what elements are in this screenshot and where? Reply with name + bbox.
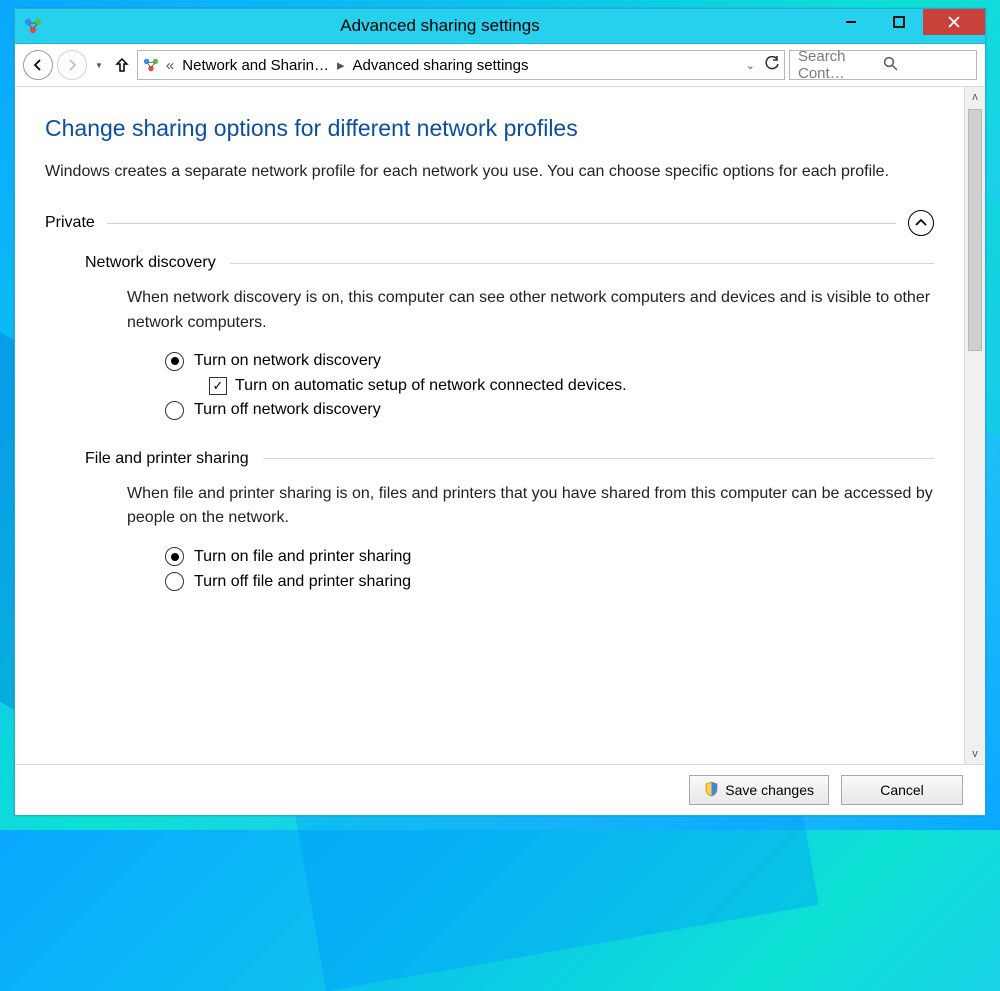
caption-buttons <box>827 9 985 43</box>
divider <box>107 223 896 224</box>
cancel-button[interactable]: Cancel <box>841 775 963 805</box>
chevron-right-icon: ▸ <box>335 56 347 74</box>
radio-label: Turn off network discovery <box>194 401 381 419</box>
divider <box>263 458 934 459</box>
search-placeholder: Search Cont… <box>798 48 883 82</box>
radio-label: Turn on file and printer sharing <box>194 548 411 566</box>
navbar: ▼ « Network and Sharin… ▸ Advanced shari… <box>15 44 985 87</box>
shield-icon <box>704 781 719 800</box>
refresh-button[interactable] <box>765 56 780 75</box>
radio-network-discovery-on[interactable]: Turn on network discovery <box>165 352 934 371</box>
nav-history-dropdown[interactable]: ▼ <box>91 61 107 70</box>
nav-back-button[interactable] <box>23 50 53 80</box>
button-label: Cancel <box>880 782 924 798</box>
minimize-button[interactable] <box>827 9 875 35</box>
breadcrumb-prefix: « <box>164 57 176 74</box>
radio-file-sharing-on[interactable]: Turn on file and printer sharing <box>165 547 934 566</box>
page-title: Change sharing options for different net… <box>45 115 934 142</box>
search-icon <box>883 56 968 75</box>
checkbox-auto-setup[interactable]: Turn on automatic setup of network conne… <box>209 377 934 395</box>
window: Advanced sharing settings ▼ <box>14 8 986 816</box>
titlebar: Advanced sharing settings <box>15 9 985 44</box>
page-intro: Windows creates a separate network profi… <box>45 160 934 184</box>
network-icon <box>142 57 160 73</box>
button-label: Save changes <box>725 782 814 798</box>
nav-up-button[interactable] <box>111 51 133 79</box>
collapse-button[interactable] <box>908 210 934 236</box>
radio-label: Turn on network discovery <box>194 352 381 370</box>
close-button[interactable] <box>923 9 985 35</box>
radio-label: Turn off file and printer sharing <box>194 573 411 591</box>
profile-name: Private <box>45 214 95 232</box>
section-title: Network discovery <box>85 254 216 272</box>
checkbox-label: Turn on automatic setup of network conne… <box>235 377 627 395</box>
radio-icon <box>165 401 184 420</box>
network-icon <box>23 17 43 35</box>
divider <box>230 263 934 264</box>
breadcrumb-item[interactable]: Advanced sharing settings <box>351 57 531 74</box>
search-input[interactable]: Search Cont… <box>789 50 977 80</box>
radio-file-sharing-off[interactable]: Turn off file and printer sharing <box>165 572 934 591</box>
radio-icon <box>165 547 184 566</box>
content-scroll: Change sharing options for different net… <box>15 87 964 764</box>
content-area: Change sharing options for different net… <box>15 87 985 764</box>
scroll-up-button[interactable]: ʌ <box>965 87 985 107</box>
address-dropdown-icon[interactable]: ⌄ <box>746 59 755 72</box>
breadcrumb-item[interactable]: Network and Sharin… <box>180 57 331 74</box>
window-title: Advanced sharing settings <box>53 16 827 36</box>
radio-icon <box>165 572 184 591</box>
checkbox-icon <box>209 377 227 395</box>
radio-network-discovery-off[interactable]: Turn off network discovery <box>165 401 934 420</box>
save-changes-button[interactable]: Save changes <box>689 775 829 805</box>
network-discovery-section: Network discovery When network discovery… <box>85 254 934 420</box>
footer: Save changes Cancel <box>15 764 985 815</box>
section-description: When file and printer sharing is on, fil… <box>127 482 934 532</box>
profile-header[interactable]: Private <box>45 210 934 236</box>
scroll-down-button[interactable]: v <box>965 744 985 764</box>
section-description: When network discovery is on, this compu… <box>127 286 934 336</box>
radio-icon <box>165 352 184 371</box>
maximize-button[interactable] <box>875 9 923 35</box>
scrollbar[interactable]: ʌ v <box>964 87 985 764</box>
section-title: File and printer sharing <box>85 450 249 468</box>
scroll-thumb[interactable] <box>968 109 982 351</box>
address-bar[interactable]: « Network and Sharin… ▸ Advanced sharing… <box>137 50 785 80</box>
nav-forward-button[interactable] <box>57 50 87 80</box>
file-sharing-section: File and printer sharing When file and p… <box>85 450 934 592</box>
